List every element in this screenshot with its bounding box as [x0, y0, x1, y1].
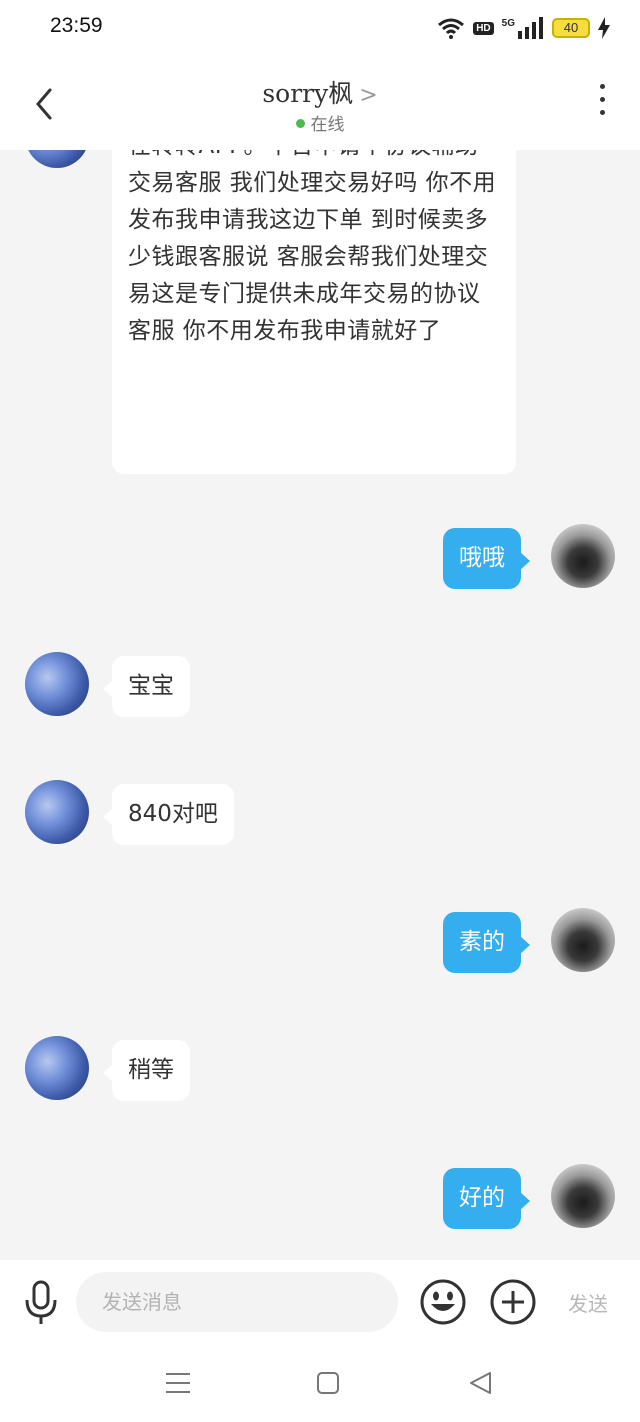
status-bar: 23:59 HD 5G 40	[0, 0, 640, 60]
wifi-icon	[438, 18, 465, 39]
contact-name[interactable]: sorry枫 >	[0, 74, 640, 110]
send-button[interactable]: 发送	[556, 1288, 620, 1316]
contact-avatar[interactable]	[25, 1036, 89, 1100]
my-avatar[interactable]	[551, 524, 615, 588]
signal-icon	[518, 17, 543, 39]
more-options-icon[interactable]	[596, 84, 608, 124]
message-bubble-outgoing[interactable]: 素的	[443, 912, 530, 973]
input-bar: 发送	[0, 1260, 640, 1344]
message-list[interactable]: 在转转APP。平台申请个协议辅助交易客服 我们处理交易好吗 你不用发布我申请我这…	[0, 150, 640, 1260]
my-avatar[interactable]	[551, 1164, 615, 1228]
battery-icon: 40	[552, 18, 590, 38]
microphone-icon[interactable]	[20, 1278, 62, 1326]
online-dot-icon	[295, 118, 305, 128]
message-bubble-incoming[interactable]: 在转转APP。平台申请个协议辅助交易客服 我们处理交易好吗 你不用发布我申请我这…	[112, 150, 516, 474]
message-input[interactable]	[76, 1272, 398, 1332]
message-bubble-incoming[interactable]: 840对吧	[103, 784, 234, 845]
plus-icon[interactable]	[489, 1278, 537, 1326]
contact-avatar[interactable]	[25, 150, 89, 168]
back-triangle-icon[interactable]	[466, 1370, 496, 1396]
network-type: 5G	[501, 17, 515, 29]
message-bubble-outgoing[interactable]: 哦哦	[443, 528, 530, 589]
my-avatar[interactable]	[551, 908, 615, 972]
contact-avatar[interactable]	[25, 652, 89, 716]
hd-icon: HD	[473, 21, 494, 35]
status-icons: HD 5G 40	[437, 14, 610, 42]
online-status: 在线	[0, 110, 640, 135]
chat-header: sorry枫 > 在线	[0, 60, 640, 150]
chevron-right-icon: >	[359, 83, 378, 108]
home-icon[interactable]	[313, 1370, 343, 1396]
message-bubble-incoming[interactable]: 宝宝	[103, 656, 190, 717]
menu-icon[interactable]	[163, 1370, 193, 1396]
contact-name-text: sorry枫	[262, 79, 354, 108]
contact-avatar[interactable]	[25, 780, 89, 844]
online-status-text: 在线	[310, 115, 345, 135]
status-time: 23:59	[50, 14, 103, 37]
message-bubble-outgoing[interactable]: 好的	[443, 1168, 530, 1229]
charging-icon	[598, 17, 610, 39]
message-bubble-incoming[interactable]: 稍等	[103, 1040, 190, 1101]
emoji-icon[interactable]	[419, 1278, 467, 1326]
system-nav-bar	[0, 1344, 640, 1422]
